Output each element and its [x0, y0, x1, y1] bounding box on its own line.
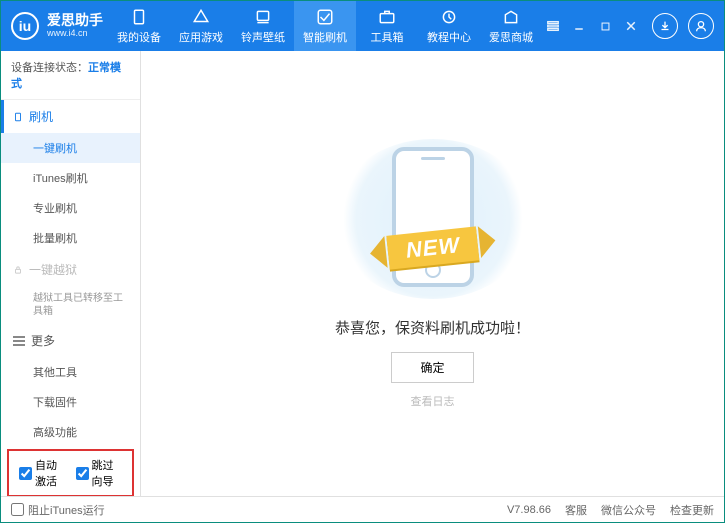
nav-item-0[interactable]: 我的设备 [108, 1, 170, 51]
sidebar-item-more-1[interactable]: 下载固件 [1, 387, 140, 417]
lock-icon [13, 265, 23, 275]
nav-label: 应用游戏 [179, 29, 223, 45]
check-update-link[interactable]: 检查更新 [670, 502, 714, 518]
sidebar-section-jailbreak: 一键越狱 [1, 253, 140, 286]
footer: 阻止iTunes运行 V7.98.66 客服 微信公众号 检查更新 [1, 496, 724, 522]
wechat-link[interactable]: 微信公众号 [601, 502, 656, 518]
main-content: NEW 恭喜您，保资料刷机成功啦！ 确定 查看日志 [141, 51, 724, 496]
sidebar-item-flash-3[interactable]: 批量刷机 [1, 223, 140, 253]
nav-item-2[interactable]: 铃声壁纸 [232, 1, 294, 51]
nav-icon [254, 8, 272, 26]
sidebar-item-flash-2[interactable]: 专业刷机 [1, 193, 140, 223]
minimize-icon[interactable] [568, 15, 590, 37]
nav-icon [130, 8, 148, 26]
connection-status: 设备连接状态：正常模式 [1, 51, 140, 100]
nav-label: 工具箱 [371, 29, 404, 45]
maximize-icon[interactable] [594, 15, 616, 37]
sidebar-item-more-0[interactable]: 其他工具 [1, 357, 140, 387]
success-message: 恭喜您，保资料刷机成功啦！ [335, 317, 530, 338]
success-illustration: NEW [333, 139, 533, 299]
user-icon[interactable] [688, 13, 714, 39]
sidebar-section-flash[interactable]: 刷机 [1, 100, 140, 133]
sidebar-item-flash-0[interactable]: 一键刷机 [1, 133, 140, 163]
download-icon[interactable] [652, 13, 678, 39]
brand: iu 爱思助手 www.i4.cn [11, 12, 108, 40]
title-controls [542, 13, 714, 39]
nav-label: 智能刷机 [303, 29, 347, 45]
brand-name: 爱思助手 [47, 13, 103, 28]
sidebar-more-title: 更多 [31, 332, 55, 349]
settings-menu-icon[interactable] [542, 15, 564, 37]
sidebar-flash-title: 刷机 [29, 108, 53, 125]
version-label: V7.98.66 [507, 504, 551, 516]
sidebar: 设备连接状态：正常模式 刷机 一键刷机iTunes刷机专业刷机批量刷机 一键越狱… [1, 51, 141, 496]
phone-icon [13, 112, 23, 122]
conn-label: 设备连接状态： [11, 62, 88, 74]
customer-service-link[interactable]: 客服 [565, 502, 587, 518]
nav-label: 我的设备 [117, 29, 161, 45]
nav-item-3[interactable]: 智能刷机 [294, 1, 356, 51]
ok-button[interactable]: 确定 [391, 352, 473, 383]
block-itunes-checkbox[interactable]: 阻止iTunes运行 [11, 502, 507, 518]
nav-icon [316, 8, 334, 26]
nav-label: 铃声壁纸 [241, 29, 285, 45]
sidebar-section-more[interactable]: 更多 [1, 324, 140, 357]
nav-item-5[interactable]: 教程中心 [418, 1, 480, 51]
jailbreak-note: 越狱工具已转移至工具箱 [1, 286, 140, 324]
nav-icon [192, 8, 210, 26]
close-icon[interactable] [620, 15, 642, 37]
hamburger-icon [13, 334, 25, 348]
auto-activate-checkbox[interactable]: 自动激活 [19, 457, 66, 489]
nav-label: 教程中心 [427, 29, 471, 45]
skip-guide-checkbox[interactable]: 跳过向导 [76, 457, 123, 489]
nav-item-1[interactable]: 应用游戏 [170, 1, 232, 51]
nav-icon [378, 8, 396, 26]
brand-logo-icon: iu [11, 12, 39, 40]
sidebar-item-flash-1[interactable]: iTunes刷机 [1, 163, 140, 193]
titlebar: iu 爱思助手 www.i4.cn 我的设备 应用游戏 铃声壁纸 智能刷机 工具箱 教程中… [1, 1, 724, 51]
main-nav: 我的设备 应用游戏 铃声壁纸 智能刷机 工具箱 教程中心 爱思商城 [108, 1, 542, 51]
view-log-link[interactable]: 查看日志 [411, 393, 455, 409]
brand-url: www.i4.cn [47, 29, 103, 39]
sidebar-checkboxes: 自动激活 跳过向导 [7, 449, 134, 496]
sidebar-item-more-2[interactable]: 高级功能 [1, 417, 140, 447]
nav-item-6[interactable]: 爱思商城 [480, 1, 542, 51]
nav-icon [502, 8, 520, 26]
nav-label: 爱思商城 [489, 29, 533, 45]
sidebar-jailbreak-title: 一键越狱 [29, 261, 77, 278]
nav-icon [440, 8, 458, 26]
nav-item-4[interactable]: 工具箱 [356, 1, 418, 51]
